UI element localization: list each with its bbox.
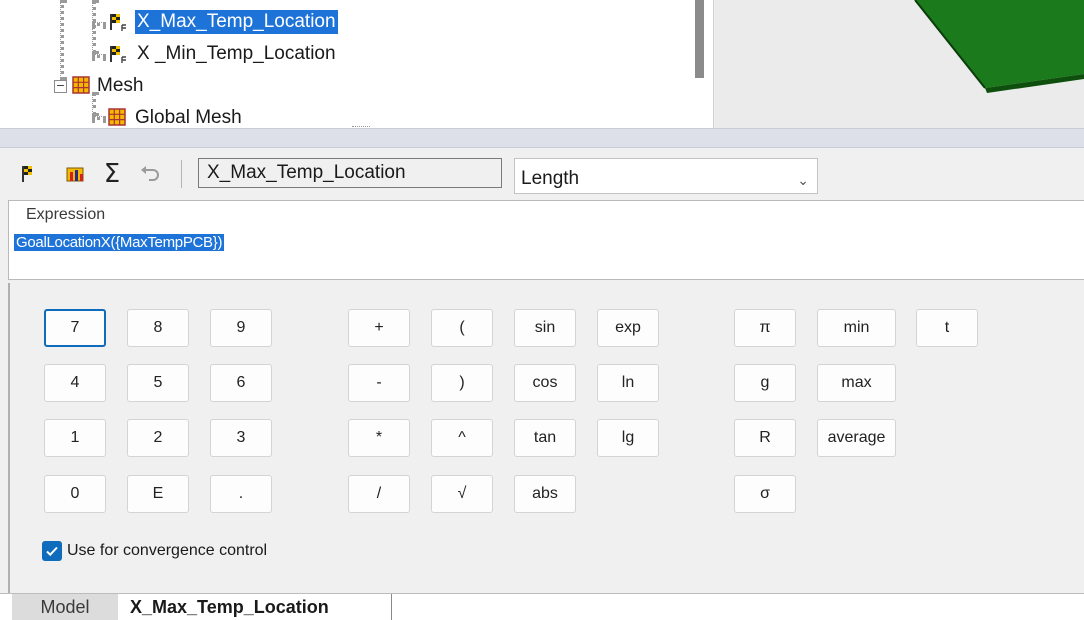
expression-label: Expression <box>26 206 106 223</box>
tree-connector <box>92 22 106 26</box>
convergence-label: Use for convergence control <box>67 542 268 559</box>
tab-bar-empty <box>393 594 1084 620</box>
key-3[interactable]: 3 <box>210 419 272 457</box>
key-g[interactable]: g <box>734 364 796 402</box>
key-sqrt[interactable]: √ <box>431 475 493 513</box>
collapse-toggle[interactable]: − <box>54 80 67 93</box>
key-max[interactable]: max <box>817 364 896 402</box>
tree-item-mesh[interactable]: Mesh <box>71 72 145 100</box>
unit-dropdown[interactable]: Length ⌄ <box>514 158 818 194</box>
mesh-icon <box>71 75 95 97</box>
goal-name-field[interactable]: X_Max_Temp_Location <box>198 158 502 188</box>
key-lg[interactable]: lg <box>597 419 659 457</box>
key-plus[interactable]: + <box>348 309 410 347</box>
key-e[interactable]: E <box>127 475 189 513</box>
goal-flag-icon <box>107 43 135 65</box>
chevron-down-icon: ⌄ <box>797 172 809 188</box>
tree-connector <box>92 54 106 58</box>
tree-item-label: X_Max_Temp_Location <box>135 10 338 34</box>
global-mesh-icon <box>107 107 133 128</box>
tree-connector <box>60 0 64 80</box>
tree-item-label: Mesh <box>97 75 144 96</box>
convergence-control-row[interactable]: Use for convergence control <box>42 541 267 561</box>
undo-icon[interactable] <box>136 160 164 188</box>
key-pi[interactable]: π <box>734 309 796 347</box>
key-sigma[interactable]: σ <box>734 475 796 513</box>
checkmark-icon <box>46 546 58 557</box>
key-power[interactable]: ^ <box>431 419 493 457</box>
key-sin[interactable]: sin <box>514 309 576 347</box>
tree-item-label: X _Min_Temp_Location <box>137 43 336 64</box>
key-0[interactable]: 0 <box>44 475 106 513</box>
sum-icon[interactable]: Σ <box>98 159 126 189</box>
key-ln[interactable]: ln <box>597 364 659 402</box>
key-open-paren[interactable]: ( <box>431 309 493 347</box>
key-9[interactable]: 9 <box>210 309 272 347</box>
tab-x-max-temp-location[interactable]: X_Max_Temp_Location <box>118 594 392 620</box>
splitter-grip <box>352 126 370 129</box>
convergence-checkbox[interactable] <box>42 541 62 561</box>
key-average[interactable]: average <box>817 419 896 457</box>
key-4[interactable]: 4 <box>44 364 106 402</box>
tree-item-x-max-temp-location[interactable]: X_Max_Temp_Location <box>107 8 338 36</box>
tab-model[interactable]: Model <box>12 594 118 620</box>
key-6[interactable]: 6 <box>210 364 272 402</box>
key-2[interactable]: 2 <box>127 419 189 457</box>
key-7[interactable]: 7 <box>44 309 106 347</box>
tree-item-label: Global Mesh <box>135 107 242 128</box>
unit-dropdown-value: Length <box>521 168 580 189</box>
tree-item-x-min-temp-location[interactable]: X _Min_Temp_Location <box>107 40 338 68</box>
key-8[interactable]: 8 <box>127 309 189 347</box>
tree-item-global-mesh[interactable]: Global Mesh <box>107 104 244 128</box>
panel-splitter[interactable] <box>0 126 1084 148</box>
tree-scrollbar-thumb[interactable] <box>695 0 704 78</box>
key-close-paren[interactable]: ) <box>431 364 493 402</box>
tree-connector <box>92 0 96 54</box>
key-minus[interactable]: - <box>348 364 410 402</box>
key-t[interactable]: t <box>916 309 978 347</box>
tree-connector <box>92 116 106 120</box>
feature-tree-panel: X_Max_Temp_Location X _Min_Temp_Location… <box>0 0 714 128</box>
key-5[interactable]: 5 <box>127 364 189 402</box>
key-multiply[interactable]: * <box>348 419 410 457</box>
goal-flag-icon[interactable] <box>16 160 44 188</box>
goal-flag-icon <box>107 11 135 33</box>
toolbar-separator <box>181 160 182 188</box>
key-divide[interactable]: / <box>348 475 410 513</box>
key-min[interactable]: min <box>817 309 896 347</box>
key-1[interactable]: 1 <box>44 419 106 457</box>
key-tan[interactable]: tan <box>514 419 576 457</box>
graphics-viewport[interactable] <box>715 0 1084 128</box>
key-decimal-point[interactable]: . <box>210 475 272 513</box>
goal-toolbar: Σ X_Max_Temp_Location Length ⌄ <box>0 148 1084 200</box>
chart-goal-icon[interactable] <box>62 160 90 188</box>
key-cos[interactable]: cos <box>514 364 576 402</box>
expression-text[interactable]: GoalLocationX({MaxTempPCB}) <box>14 234 225 251</box>
key-exp[interactable]: exp <box>597 309 659 347</box>
key-abs[interactable]: abs <box>514 475 576 513</box>
bottom-tab-bar: Model X_Max_Temp_Location <box>0 593 1084 620</box>
key-r[interactable]: R <box>734 419 796 457</box>
pcb-model-shape <box>914 0 1084 93</box>
